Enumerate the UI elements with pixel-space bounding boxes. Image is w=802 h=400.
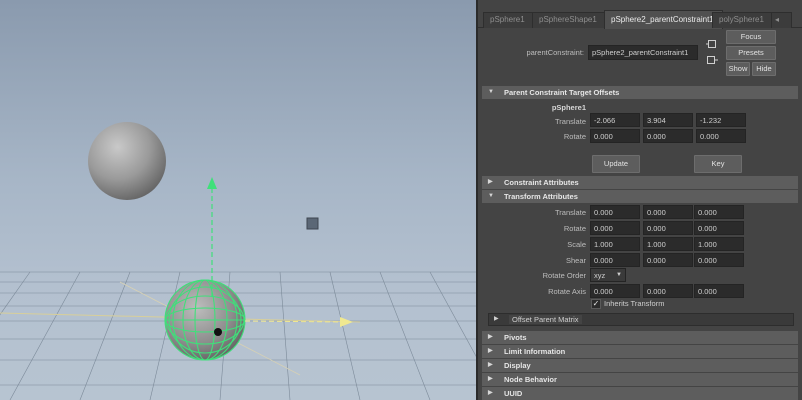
- expanded-arrow-icon: ▼: [488, 89, 494, 95]
- key-button[interactable]: Key: [694, 155, 742, 173]
- update-button[interactable]: Update: [592, 155, 640, 173]
- translate-label: Translate: [555, 208, 586, 217]
- section-target-offsets[interactable]: ▼ Parent Constraint Target Offsets: [482, 86, 798, 99]
- inherits-transform-label: Inherits Transform: [604, 299, 665, 308]
- rotate-order-value: xyz: [594, 271, 606, 280]
- shear-label: Shear: [565, 256, 586, 265]
- collapsed-arrow-icon: ▶: [488, 390, 493, 396]
- translate-x-field[interactable]: 0.000: [590, 205, 640, 219]
- focus-button[interactable]: Focus: [726, 30, 776, 44]
- scale-z-field[interactable]: 1.000: [694, 237, 744, 251]
- shear-yz-field[interactable]: 0.000: [694, 253, 744, 267]
- rotate-order-label: Rotate Order: [542, 271, 586, 280]
- section-display[interactable]: ▶ Display: [482, 359, 798, 372]
- viewport-3d[interactable]: [0, 0, 476, 400]
- tab-psphere2-parentconstraint1[interactable]: pSphere2_parentConstraint1: [604, 10, 723, 29]
- shear-xy-field[interactable]: 0.000: [590, 253, 640, 267]
- offset-translate-y-field[interactable]: 3.904: [643, 113, 693, 127]
- collapsed-arrow-icon: ▶: [488, 348, 493, 354]
- scale-label: Scale: [567, 240, 586, 249]
- node-name-label: parentConstraint:: [526, 48, 584, 57]
- offset-translate-z-field[interactable]: -1.232: [696, 113, 746, 127]
- section-transform-attributes[interactable]: ▼ Transform Attributes: [482, 190, 798, 203]
- rotate-axis-z-field[interactable]: 0.000: [694, 284, 744, 298]
- offset-rotate-label: Rotate: [563, 132, 586, 141]
- scale-y-field[interactable]: 1.000: [643, 237, 693, 251]
- offset-translate-label: Translate: [555, 117, 586, 126]
- node-name-field[interactable]: pSphere2_parentConstraint1: [588, 45, 698, 60]
- expanded-arrow-icon: ▼: [488, 193, 494, 199]
- rotate-order-dropdown[interactable]: xyz ▼: [590, 268, 626, 282]
- collapsed-arrow-icon: ▶: [488, 179, 493, 185]
- hide-button[interactable]: Hide: [752, 62, 776, 76]
- rotate-axis-x-field[interactable]: 0.000: [590, 284, 640, 298]
- input-connections-icon[interactable]: [706, 39, 718, 52]
- section-uuid[interactable]: ▶ UUID: [482, 387, 798, 400]
- translate-y-field[interactable]: 0.000: [643, 205, 693, 219]
- shear-xz-field[interactable]: 0.000: [643, 253, 693, 267]
- output-connections-icon[interactable]: [706, 55, 718, 68]
- target-name-label: pSphere1: [551, 103, 586, 112]
- rotate-x-field[interactable]: 0.000: [590, 221, 640, 235]
- locator-marker[interactable]: [306, 217, 319, 230]
- section-pivots[interactable]: ▶ Pivots: [482, 331, 798, 344]
- inherits-transform-checkbox[interactable]: ✓: [591, 299, 601, 309]
- offset-translate-x-field[interactable]: -2.066: [590, 113, 640, 127]
- viewport-scene[interactable]: [0, 0, 476, 400]
- translate-z-field[interactable]: 0.000: [694, 205, 744, 219]
- offset-parent-matrix-frame[interactable]: ▶ Offset Parent Matrix: [488, 313, 794, 326]
- collapsed-arrow-icon: ▶: [488, 334, 493, 340]
- offset-rotate-y-field[interactable]: 0.000: [643, 129, 693, 143]
- collapsed-arrow-icon: ▶: [488, 362, 493, 368]
- presets-button[interactable]: Presets: [726, 46, 776, 60]
- scale-x-field[interactable]: 1.000: [590, 237, 640, 251]
- rotate-z-field[interactable]: 0.000: [694, 221, 744, 235]
- rotate-y-field[interactable]: 0.000: [643, 221, 693, 235]
- section-constraint-attributes[interactable]: ▶ Constraint Attributes: [482, 176, 798, 189]
- section-limit-information[interactable]: ▶ Limit Information: [482, 345, 798, 358]
- offset-rotate-z-field[interactable]: 0.000: [696, 129, 746, 143]
- sphere-psphere1[interactable]: [88, 122, 166, 200]
- offset-parent-matrix-label: Offset Parent Matrix: [509, 315, 582, 324]
- tab-overflow-icon[interactable]: ◂: [771, 12, 792, 28]
- rotate-axis-label: Rotate Axis: [548, 287, 586, 296]
- show-button[interactable]: Show: [726, 62, 750, 76]
- section-node-behavior[interactable]: ▶ Node Behavior: [482, 373, 798, 386]
- attribute-editor: pSphere1 pSphereShape1 pSphere2_parentCo…: [478, 0, 802, 400]
- collapsed-arrow-icon: ▶: [488, 376, 493, 382]
- dropdown-arrow-icon: ▼: [616, 272, 622, 278]
- sphere-pivot-dot: [214, 328, 222, 336]
- rotate-label: Rotate: [563, 224, 586, 233]
- collapsed-arrow-icon: ▶: [494, 316, 499, 322]
- sphere-psphere2-selected[interactable]: [164, 279, 246, 361]
- node-tab-bar: pSphere1 pSphereShape1 pSphere2_parentCo…: [478, 8, 802, 29]
- tab-psphereshape1[interactable]: pSphereShape1: [532, 12, 615, 28]
- translate-x-manipulator[interactable]: [244, 317, 353, 327]
- offset-rotate-x-field[interactable]: 0.000: [590, 129, 640, 143]
- rotate-axis-y-field[interactable]: 0.000: [643, 284, 693, 298]
